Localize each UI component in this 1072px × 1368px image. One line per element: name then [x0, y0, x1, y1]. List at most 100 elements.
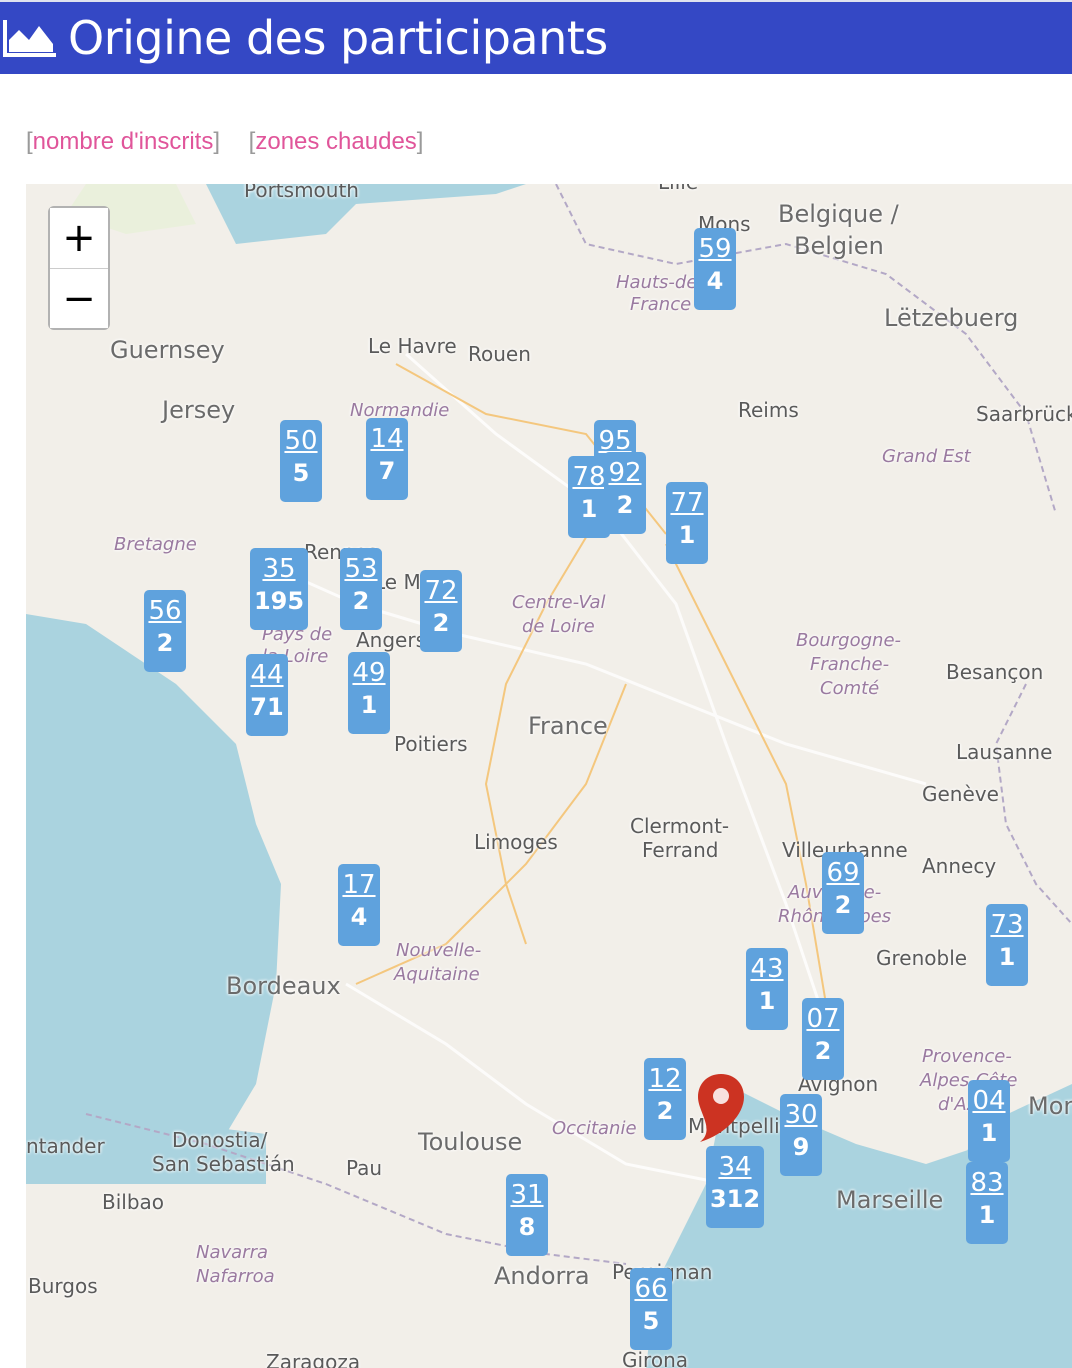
- participant-count: 1: [998, 943, 1016, 971]
- participant-count: 2: [814, 1037, 832, 1065]
- marker-department[interactable]: 77 1: [666, 482, 708, 564]
- label-occitanie: Occitanie: [552, 1118, 637, 1139]
- label-letzebuerg: Lëtzebuerg: [884, 304, 1019, 332]
- participant-count: 2: [432, 609, 450, 637]
- participant-count: 7: [378, 457, 396, 485]
- location-pin-icon[interactable]: [696, 1072, 746, 1144]
- department-code-link[interactable]: 53: [340, 554, 382, 584]
- participant-count: 312: [709, 1185, 761, 1213]
- marker-department[interactable]: 17 4: [338, 864, 380, 946]
- marker-department[interactable]: 30 9: [780, 1094, 822, 1176]
- label-bilbao: Bilbao: [102, 1190, 165, 1214]
- label-portsmouth: Portsmouth: [244, 184, 359, 202]
- marker-department[interactable]: 14 7: [366, 418, 408, 500]
- department-code-link[interactable]: 12: [644, 1064, 686, 1094]
- department-code-link[interactable]: 04: [968, 1086, 1010, 1116]
- marker-department[interactable]: 49 1: [348, 652, 390, 734]
- label-burgos: Burgos: [28, 1274, 98, 1298]
- zoom-in-button[interactable]: +: [50, 208, 108, 268]
- marker-department[interactable]: 12 2: [644, 1058, 686, 1140]
- label-ferrand: Ferrand: [642, 838, 719, 862]
- participants-map[interactable]: Portsmouth Lille Belgique / Belgien Mons…: [26, 184, 1072, 1368]
- label-annecy: Annecy: [922, 854, 997, 878]
- label-navarra: Navarra: [196, 1242, 269, 1263]
- zoom-control: + −: [48, 206, 110, 330]
- participant-count: 2: [616, 491, 634, 519]
- participant-count: 9: [792, 1133, 810, 1161]
- label-san-sebastian: San Sebastián: [152, 1152, 295, 1176]
- label-nafarroa: Nafarroa: [196, 1266, 275, 1287]
- label-andorra: Andorra: [494, 1262, 590, 1290]
- label-centre-val: Centre-Val: [512, 592, 606, 613]
- label-geneve: Genève: [922, 782, 999, 806]
- label-saarbrucken: Saarbrück: [976, 402, 1072, 426]
- label-aquitaine: Aquitaine: [394, 964, 480, 985]
- department-code-link[interactable]: 77: [666, 488, 708, 518]
- marker-department[interactable]: 50 5: [280, 420, 322, 502]
- marker-department[interactable]: 04 1: [968, 1080, 1010, 1162]
- marker-department[interactable]: 69 2: [822, 852, 864, 934]
- department-code-link[interactable]: 14: [366, 424, 408, 454]
- label-santander: ntander: [26, 1134, 105, 1158]
- department-code-link[interactable]: 34: [706, 1152, 764, 1182]
- label-besancon: Besançon: [946, 660, 1044, 684]
- label-marseille: Marseille: [836, 1186, 944, 1214]
- marker-department[interactable]: 59 4: [694, 228, 736, 310]
- department-code-link[interactable]: 44: [246, 660, 288, 690]
- marker-department[interactable]: 83 1: [966, 1162, 1008, 1244]
- department-code-link[interactable]: 72: [420, 576, 462, 606]
- marker-department[interactable]: 66 5: [630, 1268, 672, 1350]
- participant-count: 2: [156, 629, 174, 657]
- department-code-link[interactable]: 83: [966, 1168, 1008, 1198]
- filter-registrations: [nombre d'inscrits]: [26, 128, 220, 155]
- label-jersey: Jersey: [162, 396, 236, 424]
- marker-department[interactable]: 53 2: [340, 548, 382, 630]
- participant-count: 1: [978, 1201, 996, 1229]
- marker-department[interactable]: 56 2: [144, 590, 186, 672]
- label-bourgogne: Bourgogne-: [796, 630, 902, 651]
- registrations-link[interactable]: nombre d'inscrits: [33, 128, 214, 155]
- marker-department[interactable]: 73 1: [986, 904, 1028, 986]
- page-header: Origine des participants: [0, 0, 1072, 74]
- department-code-link[interactable]: 92: [604, 458, 646, 488]
- marker-department[interactable]: 34 312: [706, 1146, 764, 1228]
- marker-department[interactable]: 31 8: [506, 1174, 548, 1256]
- hotspots-link[interactable]: zones chaudes: [255, 128, 416, 155]
- department-code-link[interactable]: 66: [630, 1274, 672, 1304]
- department-code-link[interactable]: 35: [250, 554, 308, 584]
- department-code-link[interactable]: 73: [986, 910, 1028, 940]
- marker-department[interactable]: 92 2: [604, 452, 646, 534]
- department-code-link[interactable]: 30: [780, 1100, 822, 1130]
- department-code-link[interactable]: 59: [694, 234, 736, 264]
- marker-department[interactable]: 72 2: [420, 570, 462, 652]
- department-code-link[interactable]: 49: [348, 658, 390, 688]
- label-bretagne: Bretagne: [114, 534, 197, 555]
- department-code-link[interactable]: 31: [506, 1180, 548, 1210]
- zoom-out-button[interactable]: −: [50, 268, 108, 328]
- label-france-region: France: [630, 294, 692, 315]
- marker-department[interactable]: 07 2: [802, 998, 844, 1080]
- department-code-link[interactable]: 07: [802, 1004, 844, 1034]
- marker-department[interactable]: 43 1: [746, 948, 788, 1030]
- participant-count: 71: [250, 693, 284, 721]
- label-grand-est: Grand Est: [882, 446, 971, 467]
- marker-department[interactable]: 44 71: [246, 654, 288, 736]
- participant-count: 1: [980, 1119, 998, 1147]
- label-lille: Lille: [658, 184, 698, 194]
- label-belgien: Belgien: [794, 232, 884, 260]
- label-lausanne: Lausanne: [956, 740, 1053, 764]
- participant-count: 2: [656, 1097, 674, 1125]
- department-code-link[interactable]: 17: [338, 870, 380, 900]
- label-de-loire: de Loire: [522, 616, 595, 637]
- participant-count: 1: [360, 691, 378, 719]
- department-code-link[interactable]: 56: [144, 596, 186, 626]
- participant-count: 2: [352, 587, 370, 615]
- department-code-link[interactable]: 43: [746, 954, 788, 984]
- label-toulouse: Toulouse: [418, 1128, 523, 1156]
- department-code-link[interactable]: 50: [280, 426, 322, 456]
- marker-department[interactable]: 35 195: [250, 548, 308, 630]
- label-belgique: Belgique /: [778, 200, 899, 228]
- area-chart-icon: [3, 20, 56, 57]
- participant-count: 1: [758, 987, 776, 1015]
- department-code-link[interactable]: 69: [822, 858, 864, 888]
